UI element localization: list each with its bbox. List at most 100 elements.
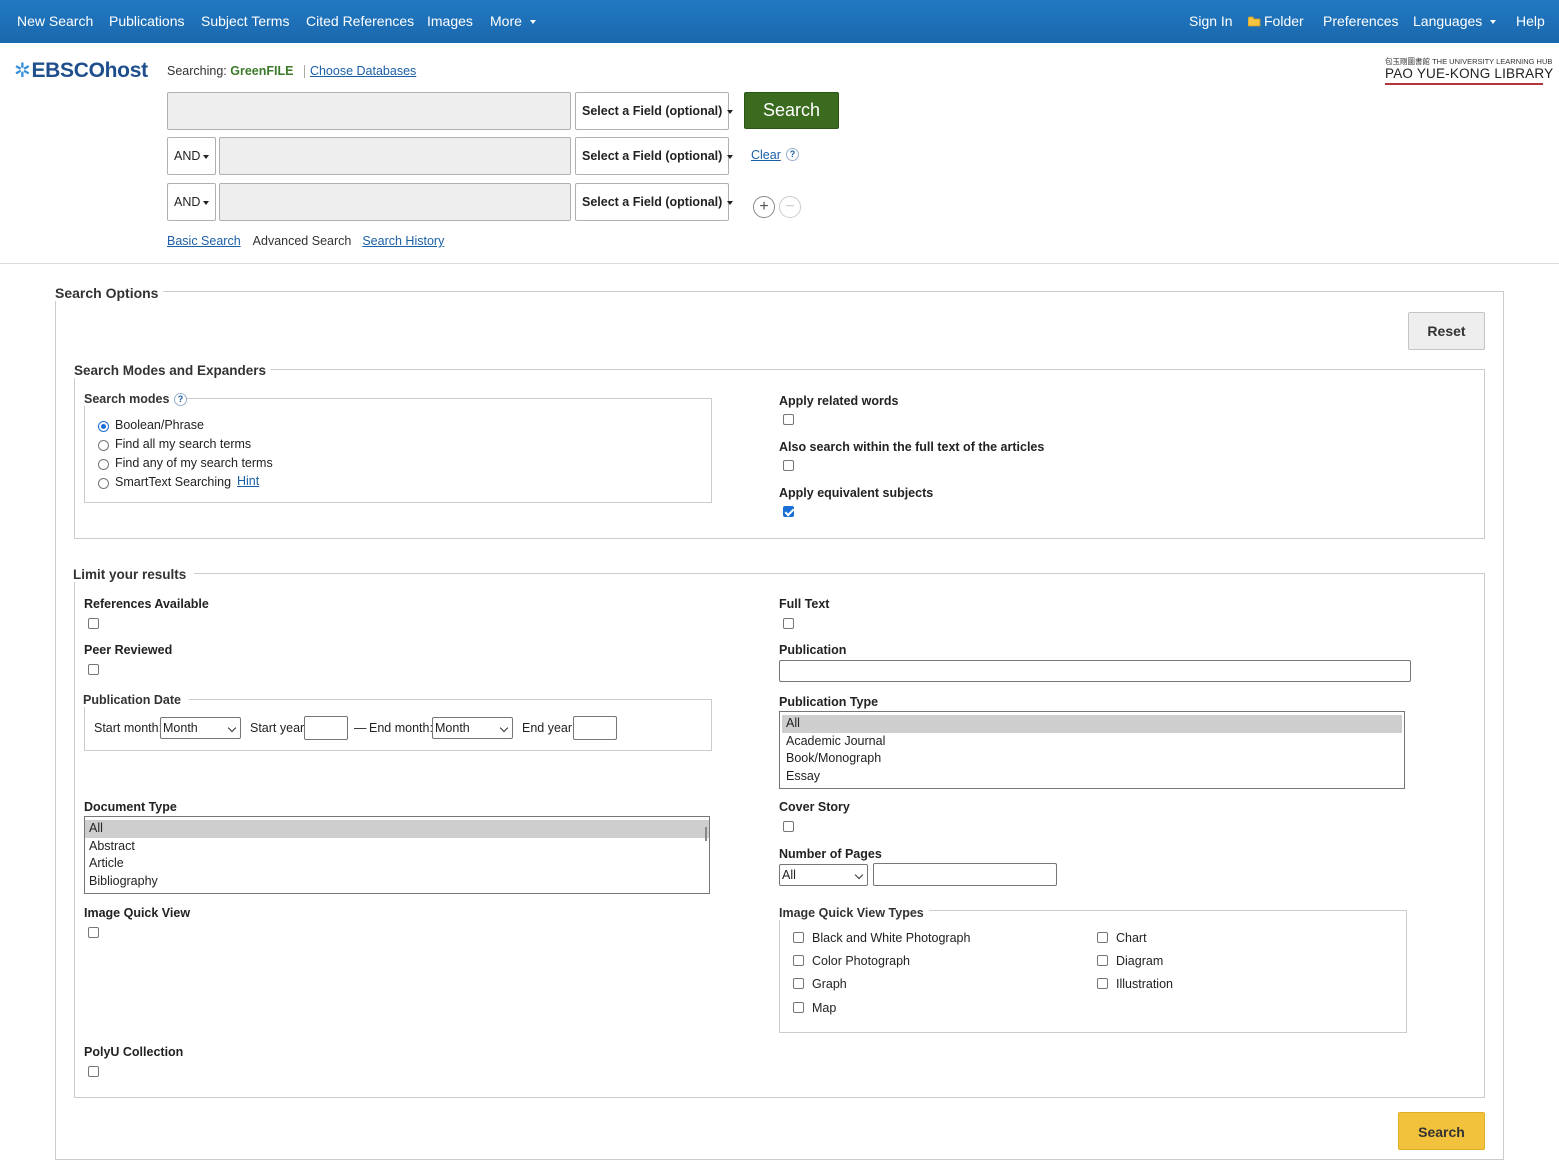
cover-story-label: Cover Story — [779, 800, 850, 814]
publication-type-listbox[interactable]: All Academic Journal Book/Monograph Essa… — [779, 711, 1405, 789]
nav-cited-references[interactable]: Cited References — [306, 13, 414, 29]
search-modes-label: Search modes — [84, 392, 178, 406]
boolean-operator-select-3[interactable]: AND — [167, 183, 216, 221]
list-item[interactable]: Essay — [782, 768, 1402, 786]
radio-label: SmartText Searching — [115, 475, 232, 489]
month-placeholder: Month — [163, 721, 198, 735]
apply-equivalent-subjects-checkbox[interactable] — [783, 506, 794, 517]
radio-find-any[interactable] — [98, 459, 109, 470]
date-range-dash: — — [354, 721, 367, 735]
search-input-3[interactable] — [219, 183, 571, 221]
apply-related-words-checkbox[interactable] — [783, 414, 794, 425]
list-item[interactable]: Abstract — [85, 838, 709, 856]
expander-label: Apply equivalent subjects — [779, 486, 934, 500]
limit-results-title: Limit your results — [73, 567, 195, 582]
nav-more[interactable]: More — [490, 13, 536, 29]
help-icon[interactable]: ? — [786, 148, 799, 161]
image-type-checkbox-graph[interactable] — [793, 978, 804, 989]
remove-row-minus-icon[interactable]: − — [779, 196, 801, 218]
header-divider — [0, 263, 1559, 264]
search-history-link[interactable]: Search History — [362, 234, 444, 248]
image-type-checkbox-color-photo[interactable] — [793, 955, 804, 966]
number-of-pages-select[interactable]: All — [779, 864, 868, 886]
nav-new-search[interactable]: New Search — [17, 13, 93, 29]
end-month-select[interactable]: Month — [432, 717, 513, 739]
start-month-select[interactable]: Month — [160, 717, 241, 739]
full-text-search-checkbox[interactable] — [783, 460, 794, 471]
radio-find-all[interactable] — [98, 440, 109, 451]
chevron-down-icon — [1490, 20, 1497, 25]
list-item[interactable]: Book/Monograph — [782, 750, 1402, 768]
nav-help[interactable]: Help — [1516, 13, 1545, 29]
search-input-2[interactable] — [219, 137, 571, 175]
peer-reviewed-checkbox[interactable] — [88, 664, 99, 675]
document-type-listbox[interactable]: All Abstract Article Bibliography — [84, 816, 710, 894]
basic-search-link[interactable]: Basic Search — [167, 234, 241, 248]
radio-label: Boolean/Phrase — [115, 418, 204, 432]
publication-input[interactable] — [779, 660, 1411, 682]
field-select-3[interactable]: Select a Field (optional) — [575, 183, 734, 221]
bottom-search-button[interactable]: Search — [1398, 1112, 1485, 1150]
image-type-checkbox-diagram[interactable] — [1097, 955, 1108, 966]
peer-reviewed-label: Peer Reviewed — [84, 643, 173, 657]
search-button[interactable]: Search — [744, 92, 839, 129]
nav-languages[interactable]: Languages — [1413, 13, 1497, 29]
start-year-input[interactable] — [304, 716, 348, 740]
add-row-plus-icon[interactable]: + — [753, 196, 775, 218]
boolean-operator-select-2[interactable]: AND — [167, 137, 216, 175]
list-item[interactable]: Article — [85, 855, 709, 873]
image-type-checkbox-bw-photo[interactable] — [793, 932, 804, 943]
field-select-1[interactable]: Select a Field (optional) — [575, 92, 734, 130]
nav-sign-in[interactable]: Sign In — [1189, 13, 1233, 29]
image-type-checkbox-illustration[interactable] — [1097, 978, 1108, 989]
field-select-label: Select a Field (optional) — [582, 195, 723, 209]
ebscohost-logo[interactable]: ✲EBSCOhost — [14, 58, 148, 83]
advanced-search-current: Advanced Search — [252, 234, 352, 248]
nav-images[interactable]: Images — [427, 13, 473, 29]
field-select-2[interactable]: Select a Field (optional) — [575, 137, 734, 175]
clear-link[interactable]: Clear — [751, 148, 781, 162]
image-quick-view-label: Image Quick View — [84, 906, 191, 920]
list-item[interactable]: Bibliography — [85, 873, 709, 891]
polyu-collection-checkbox[interactable] — [88, 1066, 99, 1077]
field-select-label: Select a Field (optional) — [582, 104, 723, 118]
search-input-1[interactable] — [167, 92, 571, 130]
list-item[interactable]: All — [85, 820, 709, 838]
chevron-down-icon — [727, 109, 734, 114]
search-modes-expanders-title: Search Modes and Expanders — [74, 363, 272, 378]
nav-more-label: More — [490, 13, 522, 29]
image-type-label: Color Photograph — [812, 954, 910, 968]
list-item[interactable]: Academic Journal — [782, 733, 1402, 751]
scrollbar[interactable] — [705, 827, 707, 841]
folder-icon — [1247, 16, 1261, 27]
list-item[interactable]: All — [782, 715, 1402, 733]
radio-smarttext[interactable] — [98, 478, 109, 489]
start-year-label: Start year: — [250, 721, 308, 735]
pages-option: All — [782, 868, 796, 882]
number-of-pages-label: Number of Pages — [779, 847, 882, 861]
full-text-checkbox[interactable] — [783, 618, 794, 629]
image-type-label: Map — [812, 1001, 837, 1015]
cover-story-checkbox[interactable] — [783, 821, 794, 832]
image-type-checkbox-map[interactable] — [793, 1002, 804, 1013]
chevron-down-icon — [854, 870, 864, 880]
nav-publications[interactable]: Publications — [109, 13, 185, 29]
library-logo-underline — [1385, 83, 1543, 85]
reset-button[interactable]: Reset — [1408, 312, 1485, 350]
image-type-checkbox-chart[interactable] — [1097, 932, 1108, 943]
choose-databases-link[interactable]: Choose Databases — [310, 64, 416, 78]
nav-preferences[interactable]: Preferences — [1323, 13, 1398, 29]
radio-boolean-phrase[interactable] — [98, 421, 109, 432]
image-quick-view-checkbox[interactable] — [88, 927, 99, 938]
nav-folder[interactable]: Folder — [1247, 13, 1304, 29]
references-available-checkbox[interactable] — [88, 618, 99, 629]
radio-label: Find any of my search terms — [115, 456, 273, 470]
nav-subject-terms[interactable]: Subject Terms — [201, 13, 289, 29]
hint-link[interactable]: Hint — [237, 474, 259, 488]
end-year-input[interactable] — [573, 716, 617, 740]
number-of-pages-input[interactable] — [873, 863, 1057, 886]
help-icon[interactable]: ? — [174, 393, 187, 406]
document-type-label: Document Type — [84, 800, 177, 814]
library-logo-name: PAO YUE-KONG LIBRARY — [1385, 66, 1554, 81]
database-name: GreenFILE — [230, 64, 294, 78]
